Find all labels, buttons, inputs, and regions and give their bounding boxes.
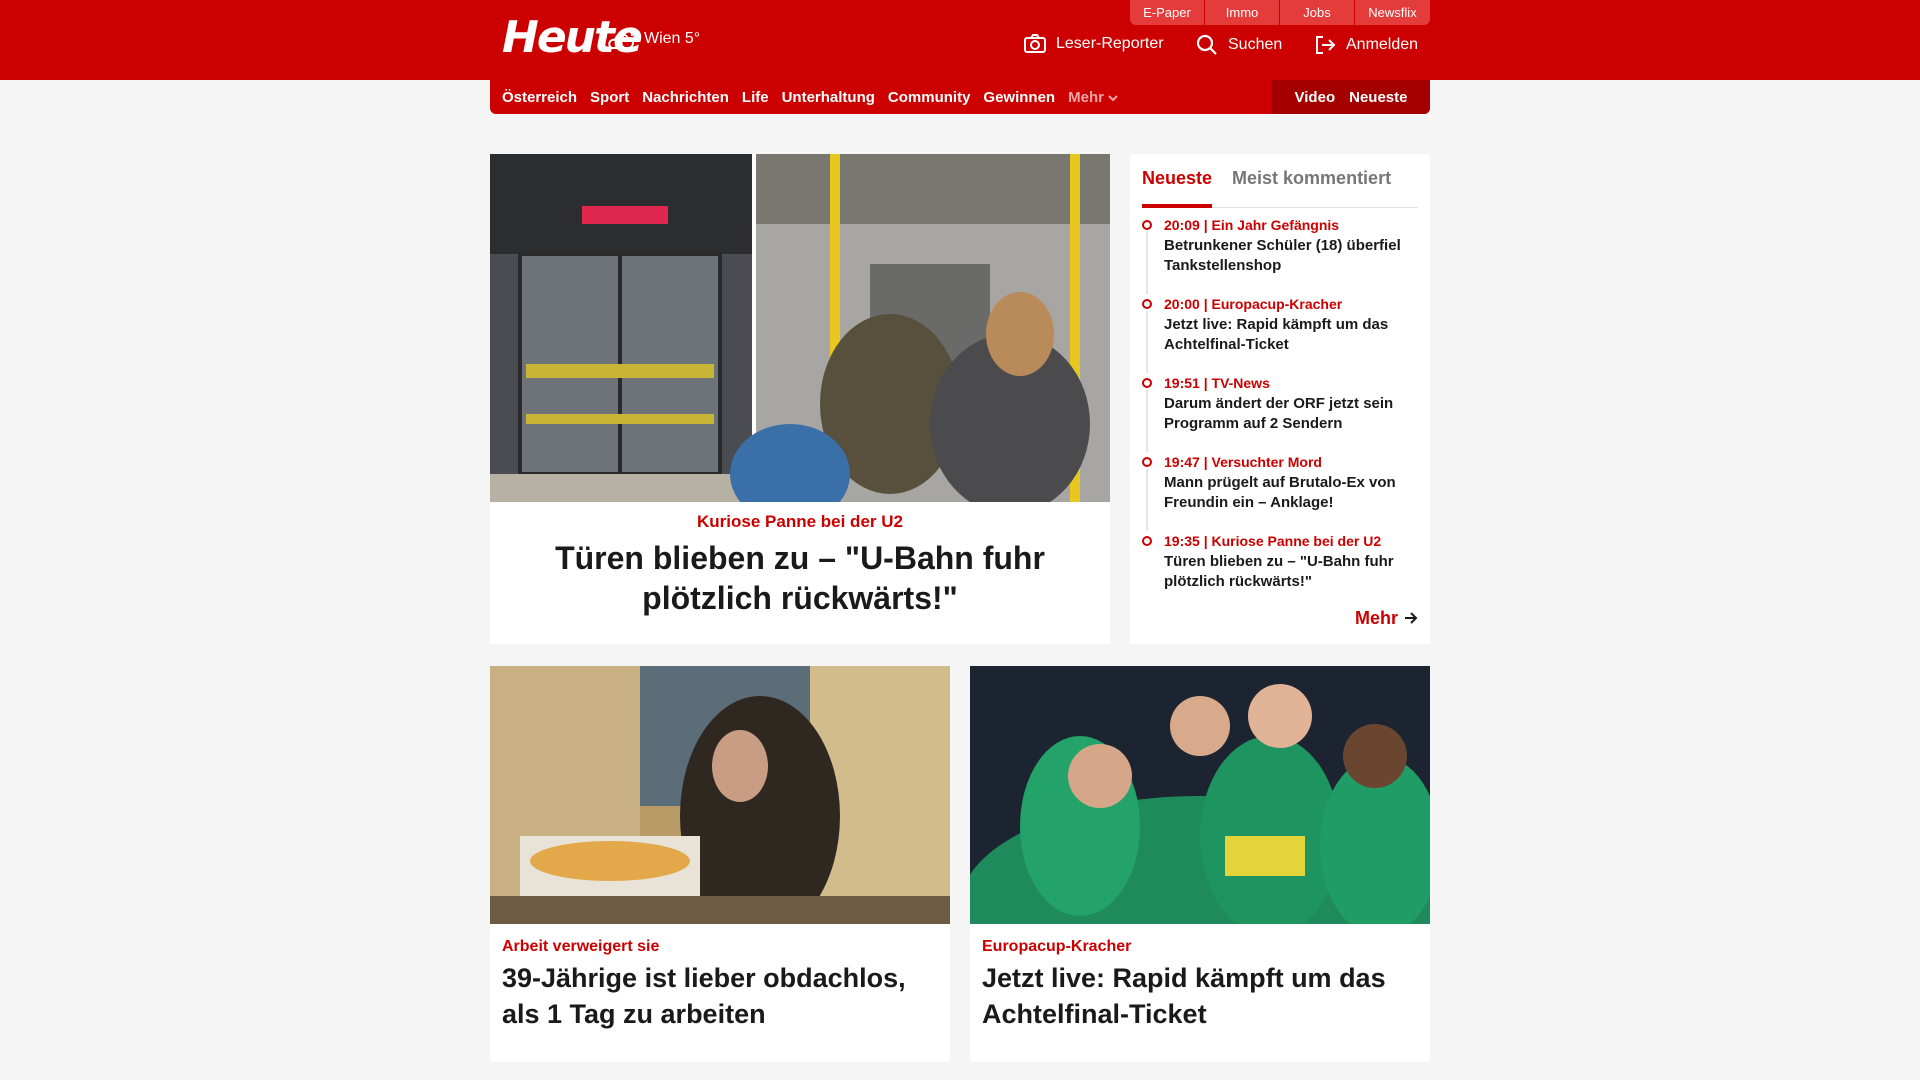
nav-item-nachrichten[interactable]: Nachrichten [642, 89, 729, 106]
news-title[interactable]: Türen blieben zu – "U-Bahn fuhr plötzlic… [1164, 552, 1418, 592]
tab-meist-kommentiert[interactable]: Meist kommentiert [1232, 162, 1391, 208]
nav-item-sport[interactable]: Sport [590, 89, 629, 106]
service-link-jobs[interactable]: Jobs [1280, 0, 1355, 25]
top-header [0, 0, 1920, 80]
nav-item-oesterreich[interactable]: Österreich [502, 89, 577, 106]
timeline-dot-icon [1142, 299, 1152, 309]
news-list: 20:09 | Ein Jahr Gefängnis Betrunkener S… [1142, 216, 1418, 611]
nav-item-neueste[interactable]: Neueste [1349, 89, 1407, 106]
main-nav: Österreich Sport Nachrichten Life Unterh… [490, 80, 1430, 114]
article-image [490, 666, 950, 924]
news-title[interactable]: Mann prügelt auf Brutalo-Ex von Freundin… [1164, 473, 1418, 513]
more-label: Mehr [1354, 608, 1398, 628]
timeline-line [1146, 469, 1148, 531]
service-link-epaper[interactable]: E-Paper [1130, 0, 1205, 25]
timeline-dot-icon [1142, 378, 1152, 388]
news-meta: 19:35 | Kuriose Panne bei der U2 [1164, 533, 1382, 549]
weather-text: Wien 5° [644, 30, 701, 47]
article-kicker: Europacup-Kracher [982, 938, 1132, 955]
hero-kicker: Kuriose Panne bei der U2 [697, 512, 903, 531]
reporter-label: Leser-Reporter [1056, 35, 1164, 52]
news-title[interactable]: Darum ändert der ORF jetzt sein Programm… [1164, 394, 1418, 434]
nav-item-unterhaltung[interactable]: Unterhaltung [782, 89, 875, 106]
reporter-button[interactable]: Leser-Reporter [1024, 34, 1164, 54]
weather-widget[interactable]: Wien 5° [604, 26, 700, 52]
chevron-down-icon [1108, 89, 1118, 106]
timeline-dot-icon [1142, 220, 1152, 230]
latest-news-sidebar: Neueste Meist kommentiert 20:09 | Ein Ja… [1130, 154, 1430, 644]
timeline-line [1146, 390, 1148, 452]
hero-article[interactable]: Kuriose Panne bei der U2 Türen blieben z… [490, 154, 1110, 644]
cloud-sun-icon [604, 26, 636, 52]
news-meta: 19:51 | TV-News [1164, 375, 1270, 391]
nav-item-life[interactable]: Life [742, 89, 769, 106]
list-item[interactable]: 19:35 | Kuriose Panne bei der U2 Türen b… [1142, 532, 1418, 611]
list-item[interactable]: 20:00 | Europacup-Kracher Jetzt live: Ra… [1142, 295, 1418, 374]
sidebar-tabs: Neueste Meist kommentiert [1142, 162, 1418, 208]
search-icon [1196, 34, 1218, 56]
timeline-dot-icon [1142, 536, 1152, 546]
timeline-dot-icon [1142, 457, 1152, 467]
sidebar-more-link[interactable]: Mehr [1355, 608, 1418, 629]
nav-right-group: Video Neueste [1272, 80, 1430, 114]
timeline-line [1146, 311, 1148, 373]
article-kicker: Arbeit verweigert sie [502, 938, 660, 955]
tab-neueste[interactable]: Neueste [1142, 162, 1213, 208]
hero-title[interactable]: Türen blieben zu – "U-Bahn fuhr plötzlic… [520, 538, 1080, 618]
nav-item-community[interactable]: Community [888, 89, 971, 106]
login-icon [1314, 34, 1336, 56]
article-title[interactable]: 39-Jährige ist lieber obdachlos, als 1 T… [502, 960, 938, 1032]
nav-items: Österreich Sport Nachrichten Life Unterh… [502, 80, 1118, 114]
camera-icon [1024, 34, 1046, 54]
service-links: E-Paper Immo Jobs Newsflix [1130, 0, 1430, 25]
login-button[interactable]: Anmelden [1314, 34, 1418, 56]
nav-more-dropdown[interactable]: Mehr [1068, 89, 1118, 106]
news-meta: 20:09 | Ein Jahr Gefängnis [1164, 217, 1340, 233]
timeline-line [1146, 232, 1148, 294]
login-label: Anmelden [1346, 36, 1419, 53]
search-button[interactable]: Suchen [1196, 34, 1282, 56]
list-item[interactable]: 19:47 | Versuchter Mord Mann prügelt auf… [1142, 453, 1418, 532]
article-title[interactable]: Jetzt live: Rapid kämpft um das Achtelfi… [982, 960, 1418, 1032]
article-card[interactable]: Arbeit verweigert sie 39-Jährige ist lie… [490, 666, 950, 1062]
news-meta: 19:47 | Versuchter Mord [1164, 454, 1322, 470]
service-link-immo[interactable]: Immo [1205, 0, 1280, 25]
list-item[interactable]: 19:51 | TV-News Darum ändert der ORF jet… [1142, 374, 1418, 453]
news-title[interactable]: Betrunkener Schüler (18) überfiel Tankst… [1164, 236, 1418, 276]
article-image [970, 666, 1430, 924]
service-link-newsflix[interactable]: Newsflix [1355, 0, 1430, 25]
search-label: Suchen [1228, 36, 1283, 53]
nav-more-label: Mehr [1068, 88, 1104, 106]
news-meta: 20:00 | Europacup-Kracher [1164, 296, 1343, 312]
news-title[interactable]: Jetzt live: Rapid kämpft um das Achtelfi… [1164, 315, 1418, 355]
hero-image [490, 154, 1110, 502]
list-item[interactable]: 20:09 | Ein Jahr Gefängnis Betrunkener S… [1142, 216, 1418, 295]
nav-item-gewinnen[interactable]: Gewinnen [983, 89, 1055, 106]
article-card[interactable]: Europacup-Kracher Jetzt live: Rapid kämp… [970, 666, 1430, 1062]
arrow-right-icon [1404, 608, 1418, 629]
nav-item-video[interactable]: Video [1295, 89, 1336, 106]
